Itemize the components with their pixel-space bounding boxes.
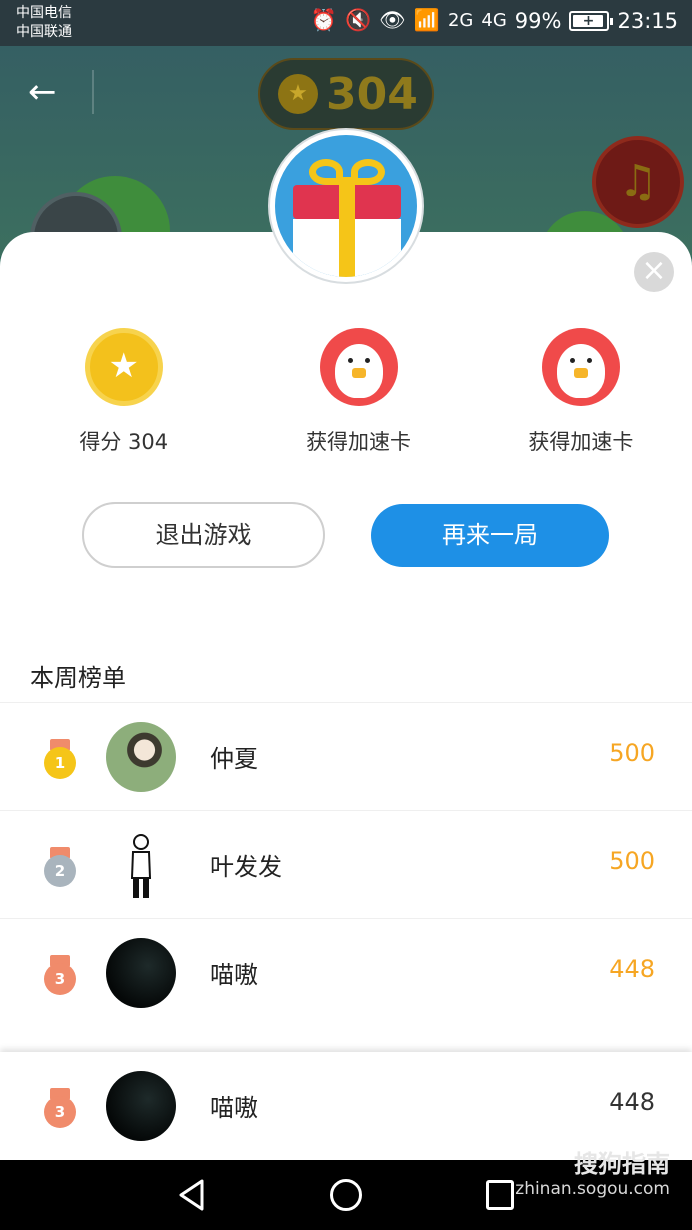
player-name: 叶发发 (210, 853, 282, 881)
result-sheet: × ★ 得分 304 获得加速卡 获得加速卡 退出游戏 再来一局 本周榜单 1 (0, 232, 692, 1160)
bronze-medal-icon: 3 (44, 1088, 76, 1128)
player-score: 448 (609, 955, 655, 983)
chick-card-icon (541, 328, 620, 406)
reward-score: ★ 得分 304 (0, 328, 247, 456)
player-score: 500 (609, 739, 655, 767)
player-score: 448 (609, 1088, 655, 1116)
carrier-2: 中国联通 (16, 24, 72, 40)
nav-recents-icon[interactable] (486, 1180, 514, 1210)
reward-label: 获得加速卡 (306, 430, 412, 454)
player-name: 喵嗷 (210, 961, 258, 989)
reward-label: 得分 304 (79, 430, 169, 454)
status-icons: ⏰ 🔇 👁 📶 2G 4G 99% + 23:15 (311, 8, 678, 33)
nav-back-icon[interactable] (176, 1178, 208, 1212)
header-divider (92, 70, 94, 114)
nav-home-icon[interactable] (330, 1179, 362, 1211)
mute-icon: 🔇 (344, 8, 372, 32)
back-arrow-icon[interactable]: ← (28, 72, 68, 112)
star-coin-icon: ★ (84, 328, 163, 406)
reward-label: 获得加速卡 (528, 430, 634, 454)
chick-card-icon (319, 328, 398, 406)
watermark: 搜狗指南 zhinan.sogou.com (515, 1144, 670, 1199)
wifi-icon: 📶 (413, 8, 440, 32)
leaderboard-row[interactable]: 1 仲夏 500 (0, 702, 692, 810)
player-name: 仲夏 (210, 745, 258, 773)
exit-game-button[interactable]: 退出游戏 (82, 502, 325, 568)
silver-medal-icon: 2 (44, 847, 76, 887)
leaderboard-list: 1 仲夏 500 2 叶发发 500 3 喵嗷 448 (0, 702, 692, 1026)
play-again-button[interactable]: 再来一局 (371, 504, 609, 567)
player-score: 500 (609, 847, 655, 875)
gift-box-icon (270, 130, 422, 282)
avatar[interactable] (106, 830, 176, 900)
carrier-info: 中国电信 中国联通 (16, 4, 72, 42)
avatar[interactable] (106, 1071, 176, 1141)
alarm-icon: ⏰ (310, 8, 337, 32)
gold-medal-icon: 1 (44, 739, 76, 779)
watermark-url: zhinan.sogou.com (515, 1179, 670, 1199)
battery-percent: 99% (514, 8, 562, 33)
carrier-1: 中国电信 (16, 5, 72, 21)
bronze-medal-icon: 3 (44, 955, 76, 995)
signal-2g-label: 2G (447, 10, 474, 31)
leaderboard-title: 本周榜单 (30, 664, 126, 692)
signal-4g-label: 4G (481, 10, 507, 31)
status-bar: 中国电信 中国联通 ⏰ 🔇 👁 📶 2G 4G 99% + 23:15 (0, 0, 692, 46)
score-display: ★ 304 (258, 58, 434, 130)
avatar[interactable] (106, 938, 176, 1008)
rewards-row: ★ 得分 304 获得加速卡 获得加速卡 (0, 328, 692, 456)
leaderboard-row[interactable]: 3 喵嗷 448 (0, 918, 692, 1026)
watermark-brand: 搜狗指南 (574, 1150, 670, 1178)
music-note-icon[interactable]: ♫ (592, 136, 684, 228)
reward-speed-card: 获得加速卡 (470, 328, 692, 456)
eye-icon: 👁 (379, 8, 406, 32)
battery-icon: + (569, 10, 614, 31)
star-coin-icon: ★ (278, 74, 318, 114)
player-name: 喵嗷 (210, 1094, 258, 1122)
clock: 23:15 (617, 8, 678, 33)
avatar[interactable] (106, 722, 176, 792)
score-value: 304 (326, 68, 418, 120)
close-icon[interactable]: × (634, 252, 674, 292)
reward-speed-card: 获得加速卡 (247, 328, 469, 456)
leaderboard-row[interactable]: 2 叶发发 500 (0, 810, 692, 918)
